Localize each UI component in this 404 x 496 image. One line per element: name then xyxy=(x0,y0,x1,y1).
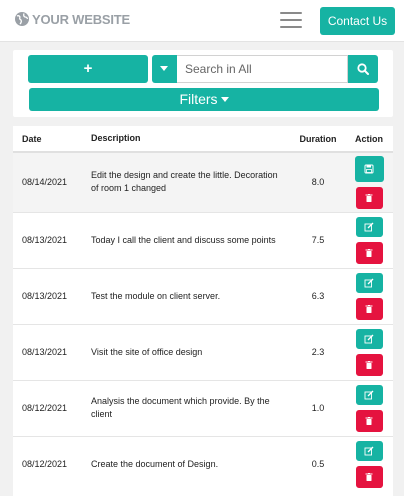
trash-icon xyxy=(365,248,373,257)
edit-icon xyxy=(364,222,374,231)
search-input[interactable] xyxy=(177,55,348,83)
cell-description: Edit the design and create the little. D… xyxy=(91,151,291,212)
cell-duration: 1.0 xyxy=(291,379,345,436)
edit-row-button[interactable] xyxy=(355,216,383,237)
table-row: 08/14/2021 Edit the design and create th… xyxy=(13,151,393,212)
edit-row-button[interactable] xyxy=(355,272,383,293)
edit-icon xyxy=(364,278,374,287)
globe-icon xyxy=(15,12,29,26)
table-row: 08/12/2021 Analysis the document which p… xyxy=(13,379,393,436)
menu-toggle-icon[interactable] xyxy=(280,12,302,30)
column-header-action: Action xyxy=(345,126,393,153)
add-entry-button[interactable]: + xyxy=(28,55,148,83)
filters-label: Filters xyxy=(179,91,218,107)
cell-actions xyxy=(345,211,393,268)
save-row-button[interactable] xyxy=(354,155,384,182)
trash-icon xyxy=(365,304,373,313)
cell-date: 08/13/2021 xyxy=(13,267,91,324)
table-header-row: Date Description Duration Action xyxy=(13,126,393,153)
cell-actions xyxy=(345,435,393,492)
cell-duration: 2.3 xyxy=(291,323,345,380)
cell-date: 08/13/2021 xyxy=(13,323,91,380)
trash-icon xyxy=(365,416,373,425)
delete-row-button[interactable] xyxy=(355,353,383,376)
cell-date: 08/12/2021 xyxy=(13,379,91,436)
cell-duration: 8.0 xyxy=(291,151,345,212)
cell-description: Create the document of Design. xyxy=(91,435,291,492)
cell-actions xyxy=(345,379,393,436)
cell-description: Visit the site of office design xyxy=(91,323,291,380)
table-row: 08/13/2021 Today I call the client and d… xyxy=(13,211,393,268)
edit-row-button[interactable] xyxy=(355,384,383,405)
table-row: 08/13/2021 Test the module on client ser… xyxy=(13,267,393,324)
column-header-date[interactable]: Date xyxy=(13,126,91,153)
edit-row-button[interactable] xyxy=(355,328,383,349)
search-icon xyxy=(357,63,369,75)
search-button[interactable] xyxy=(348,55,378,83)
cell-date: 08/13/2021 xyxy=(13,211,91,268)
cell-description: Test the module on client server. xyxy=(91,267,291,324)
table-row: 08/13/2021 Visit the site of office desi… xyxy=(13,323,393,380)
cell-duration: 0.5 xyxy=(291,435,345,492)
delete-row-button[interactable] xyxy=(355,241,383,264)
column-header-duration[interactable]: Duration xyxy=(291,126,345,153)
trash-icon xyxy=(365,360,373,369)
delete-row-button[interactable] xyxy=(355,186,383,209)
caret-down-icon xyxy=(220,97,229,102)
edit-icon xyxy=(364,446,374,456)
caret-down-icon xyxy=(160,66,168,71)
edit-row-button[interactable] xyxy=(355,440,383,461)
delete-row-button[interactable] xyxy=(355,297,383,320)
timesheet-table: Date Description Duration Action 08/14/2… xyxy=(13,126,393,496)
cell-description: Analysis the document which provide. By … xyxy=(91,379,291,436)
delete-row-button[interactable] xyxy=(355,409,383,432)
search-scope-dropdown[interactable] xyxy=(152,55,177,83)
cell-description: Today I call the client and discuss some… xyxy=(91,211,291,268)
cell-duration: 6.3 xyxy=(291,267,345,324)
edit-icon xyxy=(364,390,374,399)
cell-actions xyxy=(345,323,393,380)
cell-actions xyxy=(345,267,393,324)
contact-us-button[interactable]: Contact Us xyxy=(320,7,395,35)
brand-name: YOUR WEBSITE xyxy=(32,11,130,27)
cell-date: 08/12/2021 xyxy=(13,435,91,492)
toolbar-panel: + Filters xyxy=(13,50,393,117)
edit-icon xyxy=(364,334,374,343)
save-icon xyxy=(364,164,374,174)
cell-date: 08/14/2021 xyxy=(13,151,91,212)
trash-icon xyxy=(365,472,373,481)
cell-actions xyxy=(345,151,393,212)
cell-duration: 7.5 xyxy=(291,211,345,268)
filters-button[interactable]: Filters xyxy=(29,88,379,111)
table-row: 08/12/2021 Create the document of Design… xyxy=(13,435,393,492)
navbar: YOUR WEBSITE Contact Us xyxy=(0,0,404,42)
column-header-description[interactable]: Description xyxy=(91,126,291,153)
brand-logo[interactable]: YOUR WEBSITE xyxy=(14,11,130,27)
delete-row-button[interactable] xyxy=(355,465,383,488)
trash-icon xyxy=(365,193,373,202)
